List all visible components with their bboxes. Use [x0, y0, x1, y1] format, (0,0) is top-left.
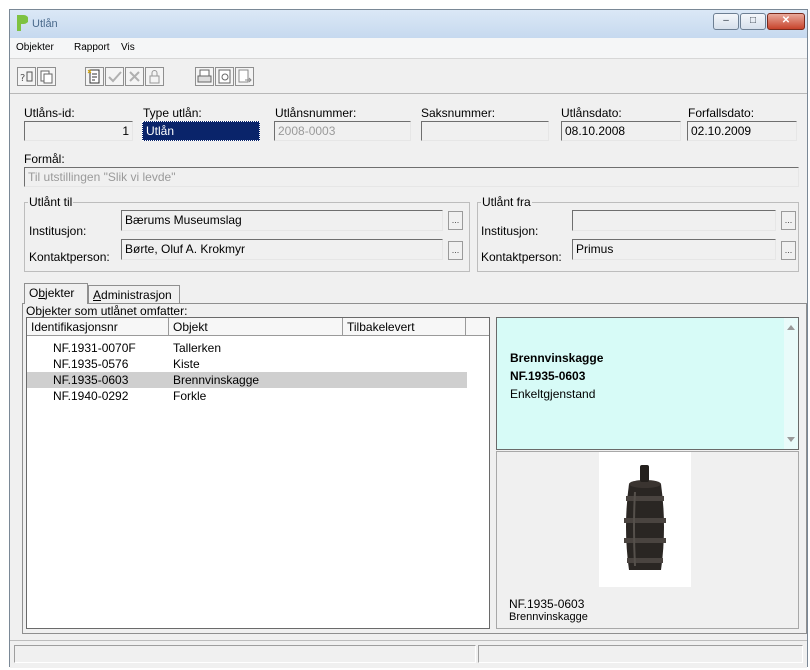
table-row-selected[interactable]: NF.1935-0603 Brennvinskagge: [27, 372, 467, 388]
binoculars-icon[interactable]: ?: [17, 67, 36, 86]
barrel-photo: [599, 452, 691, 587]
row-id: NF.1935-0603: [53, 373, 129, 387]
menu-vis[interactable]: Vis: [121, 42, 135, 53]
copy-icon[interactable]: [37, 67, 56, 86]
loan-window: Utlån – □ ✕ Objekter Rapport Vis ? Utlån…: [9, 9, 808, 668]
object-image-area: NF.1935-0603 Brennvinskagge: [496, 451, 799, 629]
print-icon[interactable]: [195, 67, 214, 86]
checkmark-icon[interactable]: [105, 67, 124, 86]
title-bar[interactable]: Utlån – □ ✕: [10, 10, 807, 38]
row-object: Kiste: [173, 357, 200, 371]
window-title: Utlån: [32, 18, 58, 30]
image-caption-name: Brennvinskagge: [509, 611, 588, 623]
status-cell-1: [14, 645, 476, 663]
new-record-icon[interactable]: [85, 67, 104, 86]
lock-icon[interactable]: [145, 67, 164, 86]
lent-to-institution-label: Institusjon:: [29, 224, 87, 238]
row-id: NF.1940-0292: [53, 389, 129, 403]
status-bar: [10, 640, 807, 668]
objects-list[interactable]: Identifikasjonsnr Objekt Tilbakelevert N…: [26, 317, 490, 629]
cancel-icon[interactable]: [125, 67, 144, 86]
lent-to-title: Utlånt til: [28, 195, 74, 209]
loan-id-field[interactable]: 1: [24, 121, 133, 141]
scroll-up-icon[interactable]: [787, 324, 795, 330]
row-object: Forkle: [173, 389, 207, 403]
row-id: NF.1935-0576: [53, 357, 129, 371]
minimize-button[interactable]: –: [713, 13, 739, 30]
loan-type-label: Type utlån:: [143, 106, 202, 120]
scroll-down-icon[interactable]: [787, 437, 795, 443]
row-object: Brennvinskagge: [173, 373, 260, 387]
lent-to-contact-field[interactable]: Børte, Oluf A. Krokmyr: [121, 239, 443, 260]
case-number-label: Saksnummer:: [421, 106, 496, 120]
detail-scrollbar[interactable]: [784, 318, 798, 449]
loan-type-field[interactable]: Utlån: [142, 121, 260, 141]
object-detail-box: Brennvinskagge NF.1935-0603 Enkeltgjenst…: [496, 317, 799, 450]
lent-to-institution-browse-button[interactable]: ...: [448, 211, 463, 230]
menu-objekter[interactable]: Objekter: [16, 42, 54, 53]
table-row[interactable]: NF.1940-0292 Forkle: [27, 388, 467, 404]
lent-from-contact-field[interactable]: Primus: [572, 239, 776, 260]
lent-from-institution-browse-button[interactable]: ...: [781, 211, 796, 230]
tab-objekter-label-pre: O: [29, 286, 39, 300]
menu-rapport[interactable]: Rapport: [74, 42, 110, 53]
image-caption-id: NF.1935-0603: [509, 597, 585, 611]
menu-bar: Objekter Rapport Vis: [10, 38, 807, 59]
toolbar: ?: [10, 59, 807, 94]
column-header-filler: [466, 318, 489, 336]
status-cell-2: [478, 645, 803, 663]
column-header-object[interactable]: Objekt: [169, 318, 343, 336]
table-row[interactable]: NF.1935-0576 Kiste: [27, 356, 467, 372]
lent-from-institution-label: Institusjon:: [481, 224, 539, 238]
tab-administrasjon[interactable]: Administrasjon: [88, 285, 180, 303]
loan-id-label: Utlåns-id:: [24, 106, 75, 120]
due-date-label: Forfallsdato:: [688, 106, 755, 120]
purpose-label: Formål:: [24, 152, 65, 166]
row-id: NF.1931-0070F: [53, 341, 136, 355]
objects-caption: Objekter som utlånet omfatter:: [26, 304, 188, 318]
tab-objekter[interactable]: Objekter: [24, 283, 88, 304]
detail-id: NF.1935-0603: [510, 369, 586, 383]
case-number-field[interactable]: [421, 121, 549, 141]
loan-number-label: Utlånsnummer:: [275, 106, 357, 120]
lent-from-institution-field[interactable]: [572, 210, 776, 231]
row-object: Tallerken: [173, 341, 222, 355]
loan-date-label: Utlånsdato:: [561, 106, 622, 120]
lent-from-title: Utlånt fra: [481, 195, 532, 209]
export-icon[interactable]: [235, 67, 254, 86]
due-date-field[interactable]: 02.10.2009: [687, 121, 797, 141]
detail-name: Brennvinskagge: [510, 351, 604, 365]
maximize-button[interactable]: □: [740, 13, 766, 30]
lent-from-contact-label: Kontaktperson:: [481, 250, 562, 264]
app-logo-icon: [17, 15, 28, 31]
close-button[interactable]: ✕: [767, 13, 805, 30]
tab-objekter-label-post: jekter: [45, 286, 75, 300]
tab-administrasjon-label-key: A: [93, 288, 102, 302]
lent-to-institution-field[interactable]: Bærums Museumslag: [121, 210, 443, 231]
lent-to-contact-browse-button[interactable]: ...: [448, 241, 463, 260]
purpose-field[interactable]: Til utstillingen "Slik vi levde": [24, 167, 799, 187]
detail-kind: Enkeltgjenstand: [510, 387, 596, 401]
lent-to-contact-label: Kontaktperson:: [29, 250, 110, 264]
column-header-returned[interactable]: Tilbakelevert: [343, 318, 466, 336]
tab-administrasjon-label-post: dministrasjon: [101, 288, 172, 302]
loan-date-field[interactable]: 08.10.2008: [561, 121, 681, 141]
print-preview-icon[interactable]: [215, 67, 234, 86]
svg-text:?: ?: [20, 73, 25, 84]
loan-number-field[interactable]: 2008-0003: [274, 121, 411, 141]
column-header-id[interactable]: Identifikasjonsnr: [27, 318, 169, 336]
lent-from-contact-browse-button[interactable]: ...: [781, 241, 796, 260]
table-row[interactable]: NF.1931-0070F Tallerken: [27, 340, 467, 356]
